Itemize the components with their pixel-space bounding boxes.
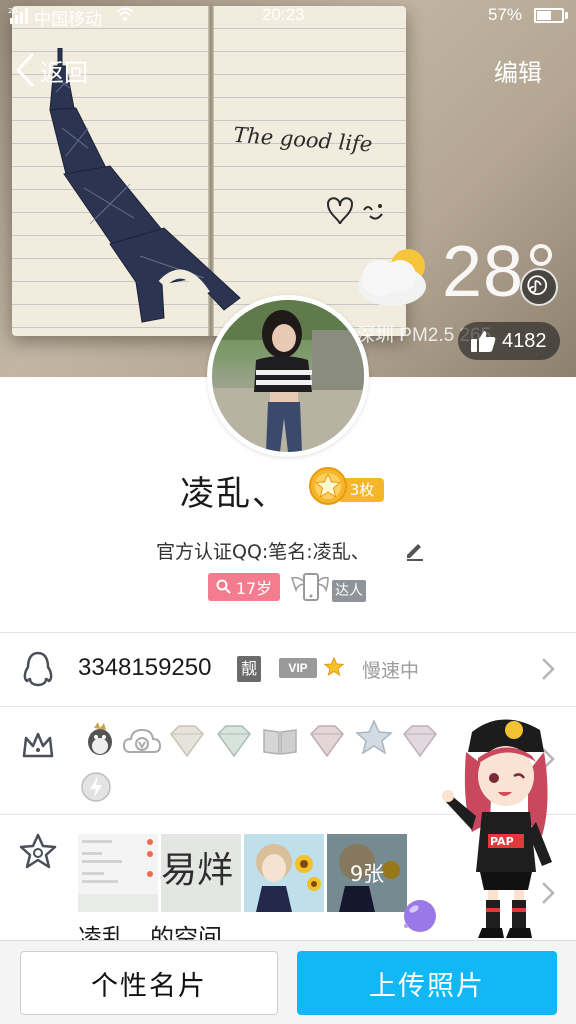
avatar[interactable] — [207, 295, 369, 457]
lightning-icon — [81, 772, 111, 802]
wifi-icon — [116, 7, 134, 21]
weather-temperature: 28 — [442, 232, 525, 312]
vip-badge: VIP — [279, 658, 317, 678]
edit-button[interactable]: 编辑 — [494, 53, 542, 88]
diamond-icon — [217, 725, 251, 758]
profile-card-button[interactable]: 个性名片 — [20, 951, 278, 1015]
divider — [0, 632, 576, 633]
photo-thumbnail-more[interactable]: 9张 — [327, 834, 407, 912]
upload-photo-button[interactable]: 上传照片 — [297, 951, 557, 1015]
photo-thumbnail[interactable] — [244, 834, 324, 912]
signature-row[interactable]: 官方认证QQ:笔名:凌乱、 — [0, 537, 576, 565]
degree-symbol — [530, 244, 552, 266]
crown-icon — [22, 732, 54, 758]
nickname: 凌乱、 — [180, 474, 288, 514]
pendant-character[interactable]: PAP — [432, 712, 564, 944]
battery-percent: 57% — [488, 5, 523, 24]
thumbs-up-icon — [471, 331, 496, 352]
age-text: 17岁 — [235, 579, 273, 598]
star-outline-icon — [19, 833, 57, 869]
avatar-photo — [212, 300, 364, 452]
qq-penguin-icon — [88, 722, 112, 755]
profile-page: The good life 28 深圳 PM2.5 265 4182 2G 中国… — [0, 0, 576, 1024]
daren-label[interactable]: 达人 — [332, 580, 366, 602]
medal-star-icon[interactable] — [308, 466, 348, 506]
back-button[interactable]: 返回 — [14, 50, 88, 90]
female-icon — [216, 579, 231, 594]
photo-thumbnail[interactable]: 易烊 — [161, 834, 241, 912]
battery-icon — [534, 8, 564, 23]
liang-badge: 靓 — [237, 656, 261, 682]
carrier-name: 中国移动 — [34, 10, 102, 29]
pencil-icon[interactable] — [404, 539, 426, 561]
age-badge: 17岁 — [208, 573, 280, 601]
svg-text:易烊: 易烊 — [161, 850, 233, 891]
like-button[interactable]: 4182 — [458, 322, 560, 360]
handwriting-text: The good life — [232, 122, 374, 157]
heart-doodle — [326, 197, 383, 225]
name-row: 凌乱、 3枚 — [0, 466, 576, 516]
weiyun-icon — [122, 728, 162, 753]
chevron-left-icon — [16, 53, 34, 87]
speed-status: 慢速中 — [362, 660, 420, 682]
like-count: 4182 — [502, 329, 547, 352]
svg-text:PAP: PAP — [490, 835, 514, 848]
qq-penguin-outline-icon — [23, 651, 53, 687]
photo-count: 9张 — [349, 862, 385, 886]
svg-text:2G: 2G — [8, 7, 18, 15]
qq-number: 3348159250 — [78, 654, 212, 681]
bottom-action-bar: 个性名片 上传照片 — [0, 940, 576, 1024]
signature-text: 官方认证QQ:笔名:凌乱、 — [156, 541, 370, 563]
back-label: 返回 — [40, 58, 88, 87]
photo-thumbnail[interactable] — [78, 834, 158, 912]
diamond-icon — [310, 725, 344, 758]
tags-row: 17岁 达人 — [0, 570, 576, 606]
book-icon — [263, 729, 297, 755]
music-icon[interactable] — [520, 268, 558, 306]
divider — [0, 706, 576, 707]
star-icon — [355, 720, 393, 754]
star-icon — [323, 656, 345, 677]
status-bar: 2G 中国移动 20:23 57% — [0, 0, 576, 32]
signal-icon: 2G — [8, 7, 28, 24]
partly-cloudy-icon — [358, 249, 426, 306]
bubble-icon[interactable] — [400, 896, 440, 936]
chevron-right-icon — [542, 658, 555, 680]
eiffel-tower-figure — [49, 48, 241, 323]
clock-time: 20:23 — [262, 5, 305, 24]
diamond-icon — [170, 725, 204, 758]
